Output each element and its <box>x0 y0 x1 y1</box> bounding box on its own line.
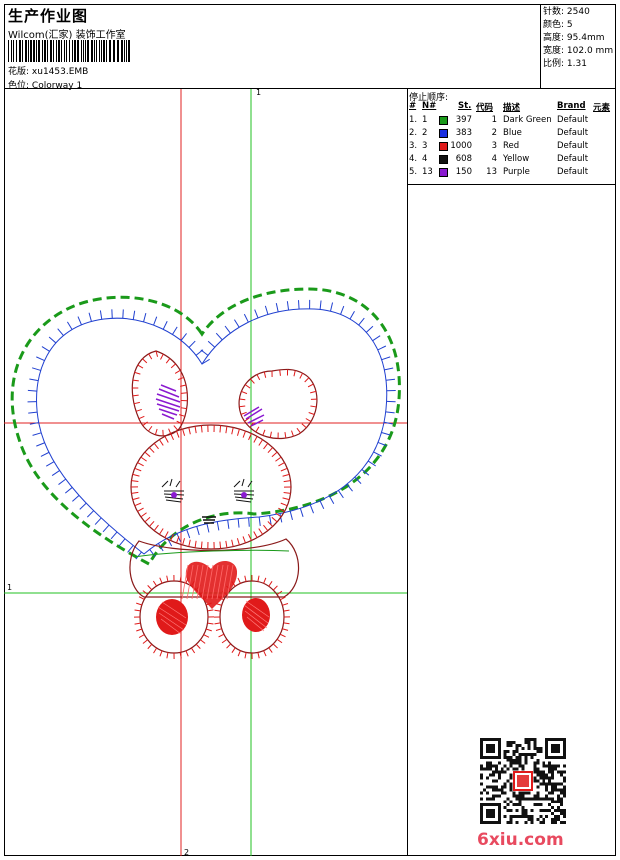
bunny <box>129 350 318 654</box>
row-brand: Default <box>557 167 589 177</box>
table-row: 5. 13 150 13 Purple Default <box>408 167 616 179</box>
row-index: 4. <box>409 154 418 164</box>
color-count-value: 5 <box>566 20 573 30</box>
height: 高度: 95.4mm <box>543 32 616 45</box>
color-swatch <box>439 129 448 138</box>
row-stitches: 1000 <box>450 141 472 151</box>
row-description: Red <box>503 141 520 151</box>
design-label: 花版: <box>8 67 30 77</box>
row-code: 2 <box>491 128 497 138</box>
row-index: 3. <box>409 141 418 151</box>
table-divider <box>407 184 616 185</box>
row-needle: 2 <box>422 128 428 138</box>
stitch-count-value: 2540 <box>566 7 590 17</box>
col-stitches: St. <box>458 101 472 111</box>
row-brand: Default <box>557 115 589 125</box>
row-code: 3 <box>491 141 497 151</box>
col-code: 代码 <box>476 103 494 113</box>
row-code: 4 <box>491 154 497 164</box>
table-row: 1. 1 397 1 Dark Green Default <box>408 115 616 127</box>
purple-ear-fill <box>155 384 265 427</box>
guide-label-bottom: 2 <box>184 848 189 856</box>
color-swatch <box>439 116 448 125</box>
row-description: Dark Green <box>503 115 552 125</box>
stats-panel: 针数: 2540 颜色: 5 高度: 95.4mm 宽度: 102.0 mm 比… <box>540 4 616 88</box>
col-index: # <box>409 101 417 111</box>
width-label: 宽度: <box>543 46 565 56</box>
scale-value: 1.31 <box>566 59 587 69</box>
scale-label: 比例: <box>543 59 565 69</box>
height-value: 95.4mm <box>566 33 605 43</box>
guide-label-left: 1 <box>7 583 12 592</box>
row-stitches: 150 <box>455 167 472 177</box>
row-brand: Default <box>557 154 589 164</box>
col-description: 描述 <box>503 103 521 113</box>
bunny-eyes <box>161 478 255 503</box>
table-row: 2. 2 383 2 Blue Default <box>408 128 616 140</box>
width: 宽度: 102.0 mm <box>543 45 616 58</box>
stitch-count-label: 针数: <box>543 7 565 17</box>
row-index: 2. <box>409 128 418 138</box>
row-index: 5. <box>409 167 418 177</box>
color-count: 颜色: 5 <box>543 19 616 32</box>
row-stitches: 608 <box>455 154 472 164</box>
table-row: 4. 4 608 4 Yellow Default <box>408 154 616 166</box>
company-name: Wilcom(汇家) 装饰工作室 <box>8 30 126 41</box>
height-label: 高度: <box>543 33 565 43</box>
row-code: 1 <box>491 115 497 125</box>
row-brand: Default <box>557 128 589 138</box>
stitch-count: 针数: 2540 <box>543 6 616 19</box>
row-needle: 1 <box>422 115 428 125</box>
col-needle: N# <box>422 101 437 111</box>
col-brand: Brand <box>557 101 586 111</box>
watermark: 6xiu.com <box>477 830 564 850</box>
width-value: 102.0 mm <box>566 46 614 56</box>
design-canvas: 1 1 2 <box>4 88 408 857</box>
qr-code <box>480 738 566 824</box>
stop-sequence-table: 停止顺序: # N# St. 代码 描述 Brand 元素 1. 1 397 1 Dar… <box>408 89 616 184</box>
scale: 比例: 1.31 <box>543 58 616 71</box>
row-needle: 4 <box>422 154 428 164</box>
embroidery-preview: 1 1 2 <box>4 88 407 857</box>
color-swatch <box>439 155 448 164</box>
row-needle: 3 <box>422 141 428 151</box>
left-eye-highlight <box>171 492 177 498</box>
design-value: xu1453.EMB <box>31 67 89 77</box>
table-header-row: # N# St. 代码 描述 Brand 元素 <box>408 101 616 113</box>
row-code: 13 <box>486 167 497 177</box>
barcode <box>8 40 130 62</box>
row-stitches: 383 <box>455 128 472 138</box>
guide-label-top: 1 <box>256 89 261 97</box>
header: 生产作业图 Wilcom(汇家) 装饰工作室 花版: xu1453.EMB 色位… <box>4 4 541 91</box>
row-index: 1. <box>409 115 418 125</box>
row-description: Blue <box>503 128 522 138</box>
row-needle: 13 <box>422 167 433 177</box>
color-swatch <box>439 142 448 151</box>
page-title: 生产作业图 <box>8 7 89 25</box>
design-name: 花版: xu1453.EMB <box>8 64 88 77</box>
color-count-label: 颜色: <box>543 20 565 30</box>
row-stitches: 397 <box>455 115 472 125</box>
row-brand: Default <box>557 141 589 151</box>
row-description: Purple <box>503 167 530 177</box>
color-swatch <box>439 168 448 177</box>
col-element: 元素 <box>593 103 611 113</box>
right-eye-highlight <box>241 492 247 498</box>
table-row: 3. 3 1000 3 Red Default <box>408 141 616 153</box>
row-description: Yellow <box>503 154 530 164</box>
